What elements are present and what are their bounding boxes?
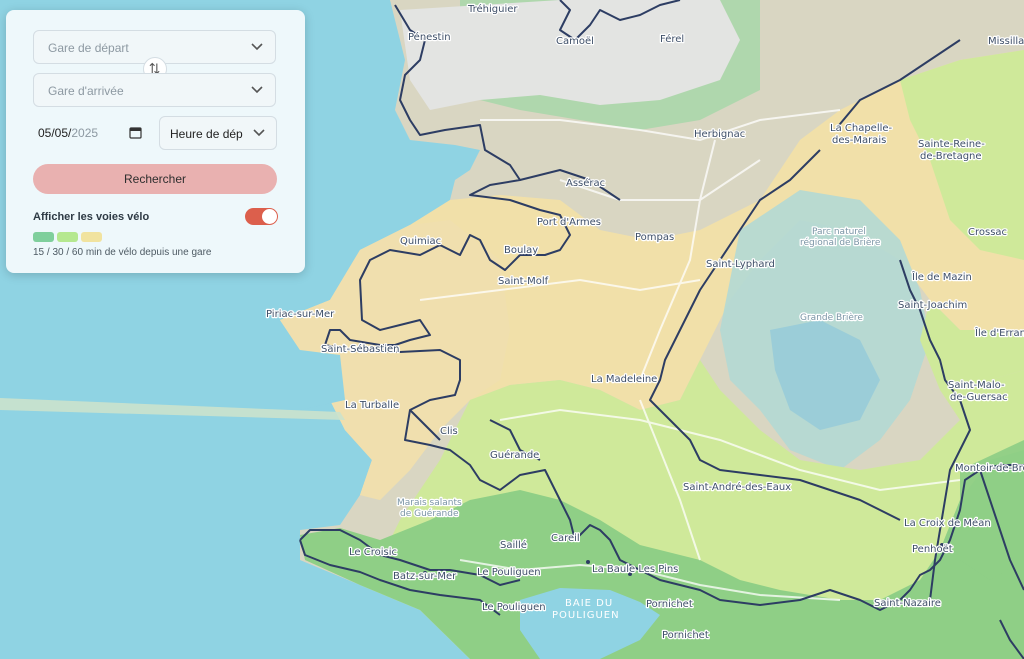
chevron-down-icon <box>253 129 265 137</box>
date-input[interactable]: 05/05/2025 <box>33 116 148 150</box>
place-label: Piriac-sur-Mer <box>266 309 335 320</box>
water-label: BAIE DU <box>565 598 613 609</box>
place-label: Saint-Malo- <box>948 380 1005 391</box>
departure-time-value: Heure de dép <box>170 127 243 141</box>
place-label: Missillac <box>988 36 1024 47</box>
place-label: Pompas <box>635 232 674 243</box>
bike-lanes-toggle[interactable] <box>245 208 278 225</box>
place-label: Sainte-Reine- <box>918 139 985 150</box>
legend-swatch-60 <box>81 232 102 242</box>
chevron-down-icon <box>251 86 263 94</box>
bike-lanes-toggle-label: Afficher les voies vélo <box>33 211 150 223</box>
place-label: Pénestin <box>408 31 451 43</box>
date-value: 05/05/2025 <box>38 126 99 140</box>
chevron-down-icon <box>251 43 263 51</box>
place-label: Tréhiguier <box>467 3 518 15</box>
arrival-placeholder: Gare d'arrivée <box>48 84 124 98</box>
search-panel: Gare de départ Gare d'arrivée 05/05/2025… <box>6 10 305 273</box>
place-label: Le Pouliguen <box>477 567 541 578</box>
place-label: Careil <box>551 533 580 544</box>
place-label: Montoir-de-Bre <box>955 463 1024 474</box>
place-label: La Turballe <box>345 400 399 411</box>
place-label: Saint-Lyphard <box>706 259 775 270</box>
departure-time-select[interactable]: Heure de dép <box>159 116 277 150</box>
place-label: Herbignac <box>694 129 745 140</box>
legend-text: 15 / 30 / 60 min de vélo depuis une gare <box>33 247 212 258</box>
place-label: Port d'Armes <box>537 217 601 228</box>
legend-swatch-15 <box>33 232 54 242</box>
place-label: Saint-Joachim <box>898 300 967 311</box>
place-label: Saint-Nazaire <box>874 598 941 609</box>
place-label: Clis <box>440 426 458 437</box>
water-label: POULIGUEN <box>552 610 620 621</box>
place-label: Pornichet <box>662 630 709 641</box>
area-label: Grande Brière <box>800 312 863 323</box>
place-label: Le Pouliguen <box>482 602 546 613</box>
place-label: La Chapelle- <box>830 123 893 134</box>
place-label: Île de Mazin <box>911 270 972 283</box>
place-label: Saint-Molf <box>498 276 549 287</box>
place-label: Saillé <box>500 539 527 551</box>
place-label: Île d'Errand <box>974 326 1024 339</box>
area-label: de Guérande <box>400 508 459 519</box>
search-button[interactable]: Rechercher <box>33 164 277 194</box>
place-label: Saint-Sébastien <box>321 343 400 355</box>
place-label: Saint-André-des-Eaux <box>683 481 791 493</box>
place-label: des-Marais <box>832 135 886 146</box>
toggle-knob <box>262 209 277 224</box>
departure-placeholder: Gare de départ <box>48 41 129 55</box>
place-label: La Baule Les Pins <box>592 564 678 575</box>
place-label: La Croix de Méan <box>904 517 991 529</box>
place-label: Camoël <box>556 36 594 47</box>
place-label: Assérac <box>566 177 605 189</box>
place-label: Crossac <box>968 227 1007 238</box>
area-label: Parc naturel <box>812 227 866 237</box>
place-label: de-Guersac <box>950 392 1008 403</box>
arrival-station-select[interactable]: Gare d'arrivée <box>33 73 276 107</box>
place-label: de-Bretagne <box>920 151 982 162</box>
place-label: Le Croisic <box>349 547 397 558</box>
place-label: Férel <box>660 33 684 45</box>
legend-swatch-30 <box>57 232 78 242</box>
calendar-icon[interactable] <box>129 126 142 139</box>
place-label: Pornichet <box>646 599 693 610</box>
area-label: Marais salants <box>397 498 462 508</box>
place-label: Boulay <box>504 245 538 256</box>
place-label: La Madeleine <box>591 374 657 385</box>
place-label: Guérande <box>490 449 539 461</box>
place-label: Quimiac <box>400 236 441 247</box>
place-label: Batz-sur-Mer <box>393 571 457 582</box>
area-label: régional de Brière <box>800 237 881 248</box>
place-label: Penhoët <box>912 544 953 555</box>
bay-inlet-west <box>290 350 345 410</box>
